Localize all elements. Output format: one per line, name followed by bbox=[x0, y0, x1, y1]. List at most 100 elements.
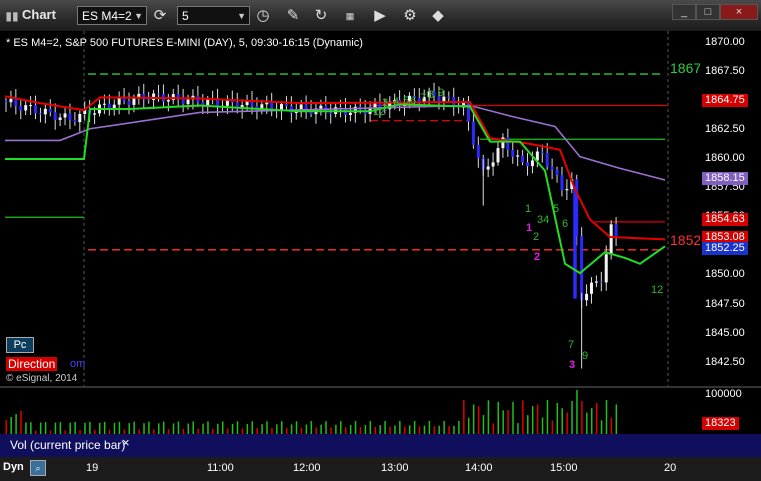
volume-bar bbox=[404, 426, 406, 434]
volume-bar bbox=[207, 421, 209, 434]
volume-bar bbox=[590, 408, 593, 434]
x-tick-label: 14:00 bbox=[465, 462, 493, 474]
volume-chart-svg bbox=[5, 390, 618, 434]
volume-bar bbox=[162, 421, 165, 434]
volume-bar bbox=[586, 412, 588, 434]
count-label: 5 bbox=[553, 203, 559, 215]
count-label: 3 bbox=[569, 359, 575, 371]
symbol-field[interactable]: ES M4=2 ▼ bbox=[77, 6, 147, 25]
volume-bar bbox=[399, 421, 401, 434]
cycle-icon[interactable]: ↻ bbox=[311, 6, 331, 26]
candle-body bbox=[319, 105, 323, 109]
pencil-icon[interactable]: ✎ bbox=[283, 6, 303, 26]
y-tick-label: 1870.00 bbox=[705, 35, 745, 48]
volume-bar bbox=[610, 417, 613, 434]
x-tick-label: 15:00 bbox=[550, 462, 578, 474]
price-chart[interactable]: 12345678913456279812123 * ES M4=2, S&P 5… bbox=[0, 31, 702, 386]
price-chart-svg: 12345678913456279812123 bbox=[4, 31, 669, 386]
time-axis[interactable]: Dyn ⌕ 19 11:00 12:00 13:00 14:00 15:00 20 bbox=[0, 457, 761, 481]
volume-bar bbox=[512, 401, 514, 434]
gear-icon[interactable]: ⚙ bbox=[400, 6, 420, 26]
volume-bar bbox=[20, 411, 22, 434]
candle-body bbox=[24, 105, 28, 111]
volume-bar bbox=[384, 421, 386, 434]
volume-bar bbox=[25, 422, 27, 434]
maximize-button[interactable]: □ bbox=[696, 4, 720, 20]
candle-body bbox=[186, 99, 190, 105]
count-label: 8 bbox=[428, 89, 434, 101]
volume-bar bbox=[359, 427, 362, 434]
volume-bar bbox=[527, 415, 529, 434]
y-tick-label: 1845.00 bbox=[705, 326, 745, 339]
volume-bar bbox=[389, 426, 391, 434]
volume-bar bbox=[98, 422, 101, 434]
volume-bar bbox=[472, 404, 475, 434]
candle-body bbox=[48, 108, 52, 113]
volume-bar bbox=[74, 421, 76, 434]
volume-bar bbox=[556, 402, 559, 434]
count-label: 2 bbox=[534, 251, 540, 263]
volume-bar bbox=[290, 424, 293, 434]
candle-body bbox=[117, 97, 121, 105]
volume-bar bbox=[335, 424, 337, 434]
magnifier-icon[interactable]: ⌕ bbox=[30, 460, 46, 476]
price-axis[interactable]: 1870.001867.501865.001862.501860.001857.… bbox=[700, 31, 761, 386]
candle-body bbox=[447, 96, 451, 98]
volume-bar bbox=[236, 421, 239, 434]
volume-bar bbox=[600, 420, 603, 434]
minimize-button[interactable]: _ bbox=[672, 4, 696, 20]
study-icon[interactable]: ▦ bbox=[340, 6, 360, 26]
candle-body bbox=[112, 104, 116, 109]
candle-body bbox=[157, 93, 161, 95]
close-button[interactable]: × bbox=[720, 4, 758, 20]
candle-body bbox=[127, 101, 131, 105]
interval-field[interactable]: 5 ▼ bbox=[177, 6, 250, 25]
chevron-down-icon[interactable]: ▼ bbox=[237, 7, 246, 26]
volume-bar bbox=[276, 424, 278, 434]
volume-bar bbox=[30, 422, 32, 434]
volume-bar bbox=[595, 403, 598, 434]
volume-bar bbox=[605, 400, 608, 434]
candle-body bbox=[147, 99, 151, 101]
volume-bar bbox=[10, 417, 12, 434]
chevron-down-icon[interactable]: ▼ bbox=[134, 7, 143, 26]
refresh-icon[interactable]: ⟳ bbox=[150, 6, 170, 26]
candle-body bbox=[38, 113, 42, 115]
diamond-icon[interactable]: ◆ bbox=[428, 6, 448, 26]
volume-bar bbox=[477, 406, 480, 434]
volume-bar bbox=[69, 422, 71, 434]
candle-body bbox=[585, 293, 589, 301]
volume-bar bbox=[428, 421, 431, 434]
volume-bar bbox=[497, 401, 499, 434]
volume-bar bbox=[546, 400, 549, 434]
candle-body bbox=[526, 162, 530, 167]
candle-body bbox=[550, 166, 554, 170]
close-icon[interactable]: × bbox=[122, 435, 130, 450]
candle-body bbox=[348, 112, 352, 115]
dyn-label: Dyn bbox=[3, 461, 24, 473]
clock-icon[interactable]: ◷ bbox=[253, 6, 273, 26]
volume-bar bbox=[281, 421, 283, 434]
right-label-lower: 1852 bbox=[670, 232, 702, 248]
price-tag: 1852.25 bbox=[702, 242, 748, 255]
volume-bar bbox=[354, 421, 357, 434]
candle-body bbox=[43, 108, 47, 115]
candle-body bbox=[599, 281, 603, 283]
volume-tick: 100000 bbox=[705, 388, 742, 400]
volume-title: Vol (current price bar) bbox=[10, 438, 126, 452]
volume-bar bbox=[379, 425, 381, 434]
volume-bar bbox=[246, 424, 249, 434]
candle-body bbox=[594, 281, 598, 283]
candle-body bbox=[206, 99, 210, 106]
volume-bar bbox=[467, 417, 470, 434]
volume-chart[interactable] bbox=[0, 388, 700, 434]
volume-bar bbox=[148, 421, 150, 434]
candle-body bbox=[68, 113, 72, 120]
title-bar: ▮▮ Chart ES M4=2 ▼ ⟳ 5 ▼ ◷ ✎ ↻ ▦ ▶ ⚙ ◆ _… bbox=[0, 0, 761, 32]
candle-body bbox=[53, 112, 57, 120]
play-icon[interactable]: ▶ bbox=[370, 6, 390, 26]
volume-bar bbox=[423, 425, 426, 434]
candle-body bbox=[63, 113, 67, 118]
count-label: 34 bbox=[537, 214, 549, 226]
candle-body bbox=[107, 103, 111, 109]
